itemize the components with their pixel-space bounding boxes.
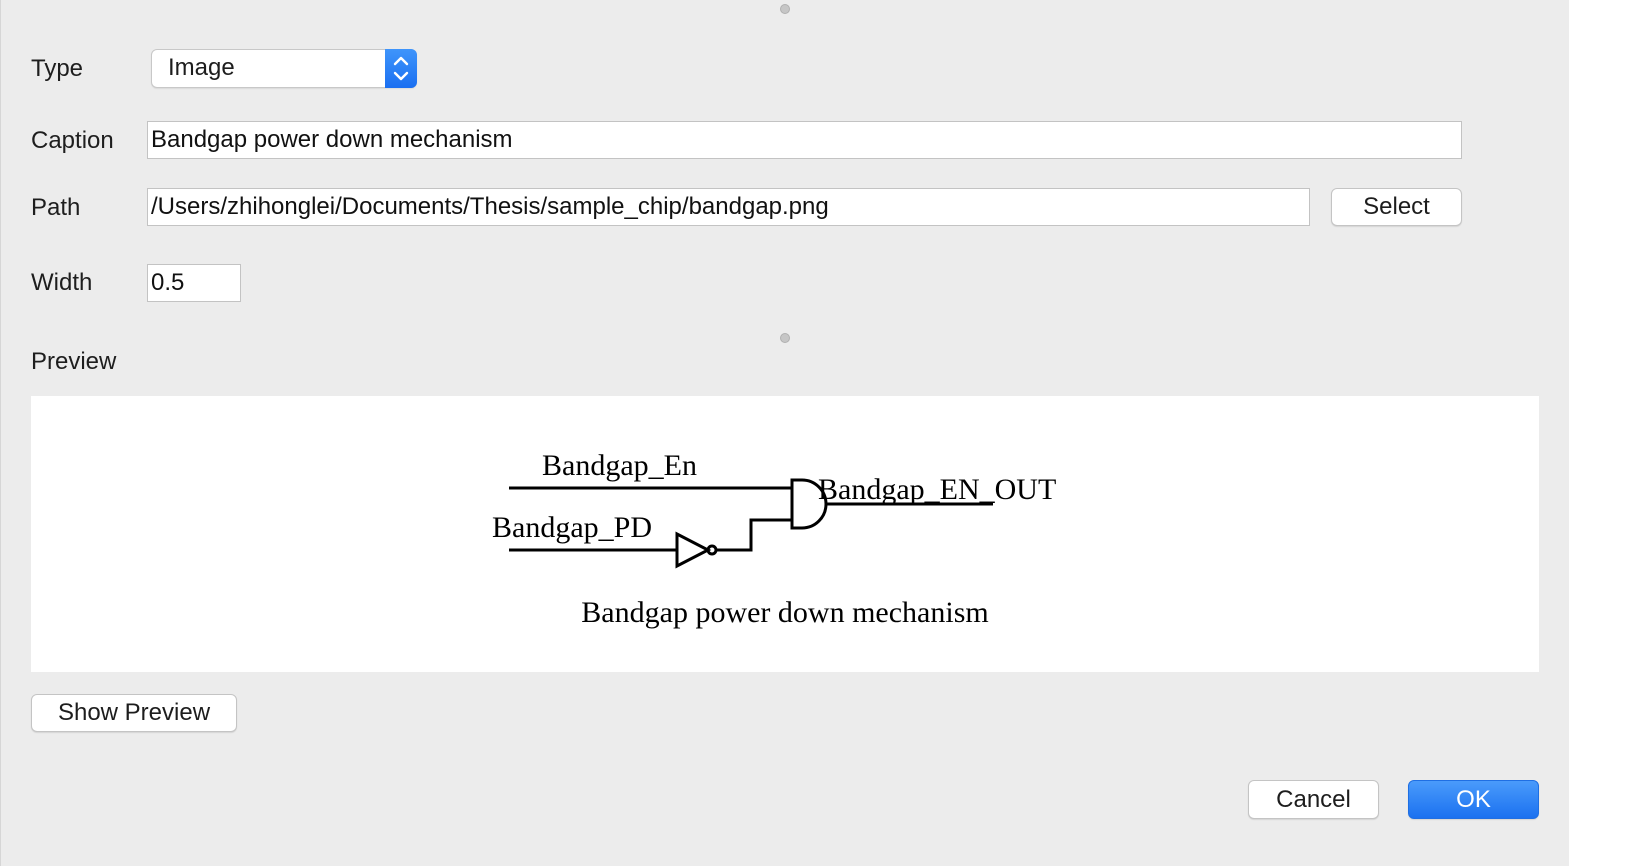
path-label: Path xyxy=(31,194,81,221)
type-select[interactable]: Image xyxy=(151,49,417,88)
ok-button[interactable]: OK xyxy=(1408,780,1539,819)
splitter-handle-top[interactable] xyxy=(780,4,790,14)
wire-inverter-out xyxy=(716,518,792,552)
show-preview-button[interactable]: Show Preview xyxy=(31,694,237,732)
path-field[interactable]: /Users/zhihonglei/Documents/Thesis/sampl… xyxy=(147,188,1310,226)
figure-caption: Bandgap power down mechanism xyxy=(581,596,988,629)
select-button[interactable]: Select xyxy=(1331,188,1462,226)
label-bandgap-en-out: Bandgap_EN_OUT xyxy=(818,473,1056,506)
insert-figure-dialog: Type Image Caption Bandgap power down me… xyxy=(0,0,1569,866)
cancel-button[interactable]: Cancel xyxy=(1248,780,1379,819)
label-bandgap-pd: Bandgap_PD xyxy=(492,511,652,544)
type-select-value: Image xyxy=(168,54,235,81)
inverter-gate xyxy=(675,531,712,569)
preview-pane: Bandgap_En Bandgap_PD Bandgap_EN_OUT Ban… xyxy=(31,396,1539,672)
caption-label: Caption xyxy=(31,127,114,154)
preview-heading: Preview xyxy=(31,348,117,375)
inverter-bubble xyxy=(706,544,718,556)
label-bandgap-en: Bandgap_En xyxy=(542,449,697,482)
splitter-handle-middle[interactable] xyxy=(780,333,790,343)
width-field[interactable]: 0.5 xyxy=(147,264,241,302)
chevron-updown-icon xyxy=(385,49,417,88)
type-label: Type xyxy=(31,55,84,82)
width-label: Width xyxy=(31,269,93,296)
circuit-diagram: Bandgap_En Bandgap_PD Bandgap_EN_OUT Ban… xyxy=(492,449,1056,629)
caption-field[interactable]: Bandgap power down mechanism xyxy=(147,121,1462,159)
